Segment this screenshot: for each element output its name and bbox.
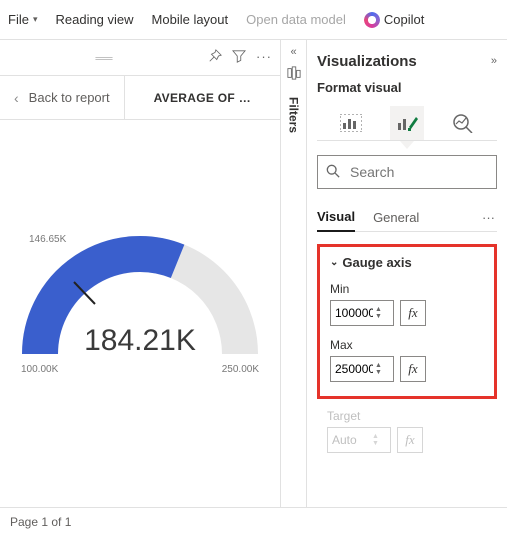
min-input[interactable] [333, 305, 375, 321]
chevron-down-icon: ▾ [33, 14, 38, 25]
format-search[interactable] [317, 155, 497, 189]
search-input[interactable] [348, 163, 507, 181]
more-icon[interactable]: ··· [256, 49, 272, 66]
grip-icon[interactable]: ══ [0, 51, 208, 65]
visualizations-panel: Visualizations » Format visual Visual Ge… [307, 40, 507, 507]
gauge-value: 184.21K [21, 324, 259, 358]
gauge-max-label: 250.00K [222, 364, 259, 375]
format-visual-mode[interactable] [390, 106, 424, 140]
visual-header: ══ ··· [0, 40, 280, 76]
target-label: Target [327, 409, 497, 423]
gauge-min-label: 100.00K [21, 364, 58, 375]
visualizations-title: Visualizations [317, 53, 417, 70]
filters-label[interactable]: Filters [287, 97, 301, 133]
min-label: Min [330, 282, 484, 296]
build-visual-mode[interactable] [334, 106, 368, 140]
max-fx-button[interactable]: fx [400, 356, 426, 382]
report-bar: ‹ Back to report AVERAGE OF … [0, 76, 280, 120]
page-footer: Page 1 of 1 [0, 507, 507, 535]
file-menu[interactable]: File ▾ [8, 12, 37, 27]
report-pane: ══ ··· ‹ Back to report AVERAGE OF … [0, 40, 281, 507]
target-fx-button: fx [397, 427, 423, 453]
mobile-layout-button[interactable]: Mobile layout [152, 12, 229, 27]
expand-left-icon[interactable]: « [290, 46, 296, 58]
reading-view-button[interactable]: Reading view [55, 12, 133, 27]
chevron-left-icon: ‹ [14, 90, 19, 106]
max-input[interactable] [333, 361, 375, 377]
format-tabs: Visual General ··· [317, 203, 497, 232]
search-icon [326, 164, 340, 181]
tab-more-icon[interactable]: ··· [480, 204, 497, 231]
visual-title: AVERAGE OF … [125, 76, 280, 119]
gauge-chart[interactable]: 146.65K 184.21K 100.00K 250.00K [0, 120, 280, 507]
max-input-wrap: ▲▼ [330, 356, 394, 382]
page-indicator: Page 1 of 1 [10, 515, 71, 529]
expand-right-icon[interactable]: » [491, 55, 497, 67]
chevron-down-icon: ⌄ [330, 257, 338, 268]
copilot-icon [364, 12, 380, 28]
min-spinner[interactable]: ▲▼ [375, 306, 382, 320]
open-data-model-button: Open data model [246, 12, 346, 27]
tab-visual[interactable]: Visual [317, 203, 355, 232]
target-input-wrap: ▲▼ [327, 427, 391, 453]
pin-icon[interactable] [208, 49, 222, 66]
copilot-button[interactable]: Copilot [364, 12, 424, 28]
filter-icon[interactable] [232, 49, 246, 66]
top-toolbar: File ▾ Reading view Mobile layout Open d… [0, 0, 507, 40]
file-label: File [8, 12, 29, 27]
gauge-tick-label: 146.65K [29, 234, 66, 245]
target-input [330, 432, 372, 448]
min-fx-button[interactable]: fx [400, 300, 426, 326]
format-visual-subtitle: Format visual [317, 80, 497, 95]
target-spinner: ▲▼ [372, 433, 379, 447]
format-mode-tabs [317, 103, 497, 141]
filters-rail: « Filters [281, 40, 307, 507]
max-label: Max [330, 338, 484, 352]
back-to-report-button[interactable]: ‹ Back to report [0, 76, 124, 119]
target-block: Target ▲▼ fx [327, 409, 497, 453]
tab-general[interactable]: General [373, 204, 419, 231]
min-input-wrap: ▲▼ [330, 300, 394, 326]
filters-icon[interactable] [287, 66, 301, 83]
max-spinner[interactable]: ▲▼ [375, 362, 382, 376]
gauge-axis-highlight: ⌄ Gauge axis Min ▲▼ fx Max ▲▼ fx [317, 244, 497, 399]
analytics-mode[interactable] [446, 106, 480, 140]
gauge-axis-section[interactable]: ⌄ Gauge axis [330, 255, 484, 270]
